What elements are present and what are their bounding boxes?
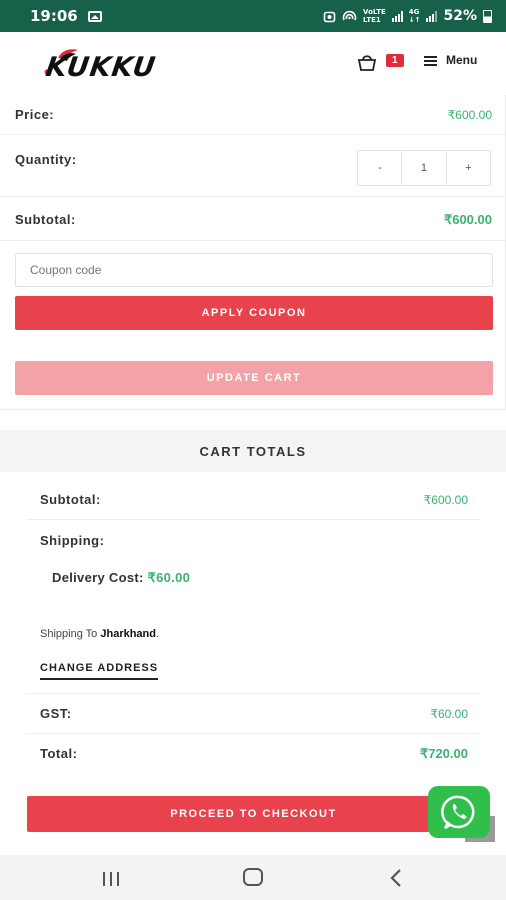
apply-coupon-button[interactable]: APPLY COUPON (15, 296, 493, 330)
delivery-cost-label: Delivery Cost: (52, 570, 144, 585)
shipping-destination: Shipping To Jharkhand. (40, 628, 159, 640)
totals-subtotal-value: ₹600.00 (423, 493, 468, 507)
battery-percent: 52% (443, 8, 477, 24)
update-cart-button[interactable]: UPDATE CART (15, 361, 493, 395)
shipping-label: Shipping: (40, 533, 105, 548)
shipping-to-state: Jharkhand (100, 628, 156, 640)
quantity-stepper: - 1 + (357, 150, 491, 186)
whatsapp-icon[interactable] (428, 786, 490, 838)
carrier-2-bottom: ↓↑ (408, 16, 421, 24)
quantity-input[interactable]: 1 (401, 151, 445, 185)
gallery-icon (87, 10, 102, 22)
cart-item-card: Price: ₹600.00 Quantity: - 1 + Subtotal:… (0, 95, 506, 410)
signal-icon-2 (426, 10, 438, 22)
carrier-1: VoLTE LTE1 (363, 8, 386, 24)
total-value: ₹720.00 (419, 746, 468, 761)
subtotal-row: Subtotal: ₹600.00 (0, 197, 506, 241)
site-header: KUKKU 1 Menu (0, 32, 506, 102)
gst-row: GST: ₹60.00 (27, 694, 480, 734)
price-value: ₹600.00 (447, 108, 492, 122)
nav-back-icon[interactable] (389, 868, 403, 888)
total-label: Total: (40, 746, 78, 761)
subtotal-label: Subtotal: (15, 212, 76, 227)
totals-subtotal-label: Subtotal: (40, 492, 101, 507)
battery-icon (483, 9, 492, 23)
delivery-cost-value: ₹60.00 (147, 570, 191, 585)
cart-totals-card: Subtotal: ₹600.00 Shipping: Delivery Cos… (27, 472, 480, 852)
proceed-to-checkout-button[interactable]: PROCEED TO CHECKOUT (27, 796, 480, 832)
cart-count-badge: 1 (386, 54, 404, 67)
price-row: Price: ₹600.00 (0, 95, 506, 135)
quantity-minus-button[interactable]: - (358, 151, 401, 185)
carrier-2: 4G ↓↑ (409, 8, 421, 24)
totals-subtotal-row: Subtotal: ₹600.00 (27, 472, 480, 520)
android-navigation-bar (0, 855, 506, 900)
nav-recents-icon[interactable] (101, 871, 121, 887)
status-bar: 19:06 VoLTE LTE1 4G ↓↑ 52% (0, 0, 506, 32)
gst-value: ₹60.00 (430, 707, 468, 721)
gst-label: GST: (40, 706, 72, 721)
carrier-2-top: 4G (408, 8, 420, 16)
kukku-logo[interactable]: KUKKU (38, 44, 198, 86)
cart-totals-heading: CART TOTALS (0, 430, 506, 472)
carrier-1-top: VoLTE (363, 8, 386, 16)
shipping-to-prefix: Shipping To (40, 628, 98, 640)
change-address-link[interactable]: CHANGE ADDRESS (40, 662, 159, 680)
cart-icon[interactable] (356, 52, 378, 72)
delivery-cost: Delivery Cost: ₹60.00 (52, 570, 190, 586)
hotspot-icon (342, 10, 357, 20)
hamburger-menu-icon[interactable] (424, 55, 438, 67)
shipping-to-suffix: . (156, 628, 160, 640)
quantity-label: Quantity: (15, 152, 77, 167)
status-time: 19:06 (30, 7, 78, 25)
nav-home-icon[interactable] (243, 868, 263, 886)
coupon-code-input[interactable] (15, 253, 493, 287)
alarm-icon (323, 11, 336, 22)
logo-text: KUKKU (43, 52, 158, 83)
price-label: Price: (15, 107, 55, 122)
total-row: Total: ₹720.00 (27, 734, 480, 776)
subtotal-value: ₹600.00 (443, 212, 492, 227)
whatsapp-glyph-icon (441, 795, 475, 830)
carrier-1-bottom: LTE1 (363, 16, 381, 24)
quantity-plus-button[interactable]: + (445, 151, 490, 185)
menu-button[interactable]: Menu (446, 53, 477, 67)
signal-icon (391, 10, 403, 22)
